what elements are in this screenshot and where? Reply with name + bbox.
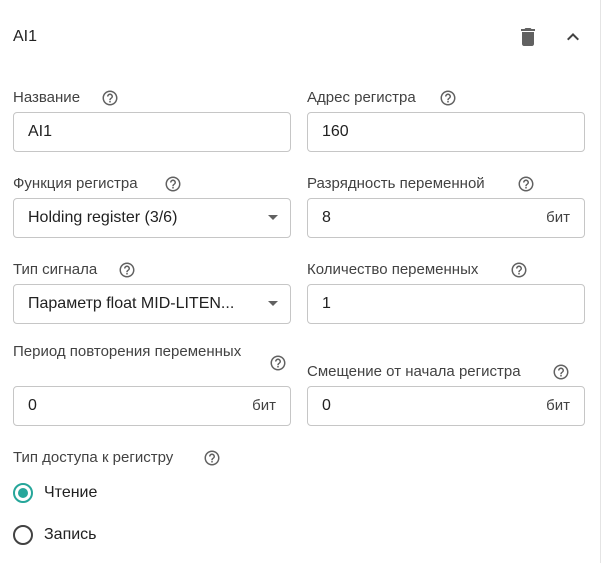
variable-count-help-icon[interactable] bbox=[510, 261, 528, 279]
panel-title: AI1 bbox=[13, 28, 38, 45]
delete-button[interactable] bbox=[516, 25, 540, 49]
name-label: Название bbox=[13, 89, 81, 106]
repeat-period-help-icon[interactable] bbox=[269, 354, 287, 372]
collapse-button[interactable] bbox=[561, 25, 585, 49]
repeat-period-label: Период повторения переменных bbox=[13, 343, 242, 360]
variable-bits-help-icon[interactable] bbox=[517, 175, 535, 193]
variable-count-input[interactable] bbox=[322, 285, 522, 323]
register-function-label: Функция регистра bbox=[13, 175, 138, 192]
signal-type-label: Тип сигнала bbox=[13, 261, 98, 278]
dropdown-arrow-icon bbox=[268, 301, 278, 306]
repeat-period-field[interactable]: бит bbox=[13, 386, 291, 426]
register-offset-field[interactable]: бит bbox=[307, 386, 585, 426]
variable-count-label: Количество переменных bbox=[307, 261, 479, 278]
access-type-label: Тип доступа к регистру bbox=[13, 449, 174, 466]
register-address-label: Адрес регистра bbox=[307, 89, 416, 106]
register-function-help-icon[interactable] bbox=[164, 175, 182, 193]
access-option-write[interactable]: Запись bbox=[13, 523, 97, 547]
register-offset-unit: бит bbox=[546, 397, 570, 414]
register-function-value: Holding register (3/6) bbox=[28, 209, 178, 226]
radio-unchecked-icon[interactable] bbox=[13, 525, 33, 545]
access-option-read-label: Чтение bbox=[44, 484, 98, 501]
register-address-field[interactable] bbox=[307, 112, 585, 152]
variable-bits-input[interactable] bbox=[322, 199, 522, 237]
access-option-read[interactable]: Чтение bbox=[13, 481, 97, 505]
name-help-icon[interactable] bbox=[101, 89, 119, 107]
register-offset-help-icon[interactable] bbox=[552, 363, 570, 381]
dropdown-arrow-icon bbox=[268, 215, 278, 220]
register-function-select[interactable]: Holding register (3/6) bbox=[13, 198, 291, 238]
variable-bits-label: Разрядность переменной bbox=[307, 175, 485, 192]
name-input[interactable] bbox=[28, 113, 228, 151]
register-address-help-icon[interactable] bbox=[439, 89, 457, 107]
variable-bits-unit: бит bbox=[546, 209, 570, 226]
repeat-period-unit: бит bbox=[252, 397, 276, 414]
chevron-up-icon bbox=[567, 33, 579, 41]
variable-count-field[interactable] bbox=[307, 284, 585, 324]
name-field[interactable] bbox=[13, 112, 291, 152]
register-settings-panel: AI1 Название Адрес регистра Функция реги… bbox=[0, 0, 601, 563]
repeat-period-input[interactable] bbox=[28, 387, 228, 425]
trash-icon bbox=[521, 28, 535, 46]
signal-type-help-icon[interactable] bbox=[118, 261, 136, 279]
register-offset-input[interactable] bbox=[322, 387, 522, 425]
access-type-help-icon[interactable] bbox=[203, 449, 221, 467]
access-option-write-label: Запись bbox=[44, 526, 97, 543]
radio-checked-icon[interactable] bbox=[13, 483, 33, 503]
signal-type-select[interactable]: Параметр float MID-LITEN... bbox=[13, 284, 291, 324]
signal-type-value: Параметр float MID-LITEN... bbox=[28, 295, 235, 312]
register-address-input[interactable] bbox=[322, 113, 522, 151]
variable-bits-field[interactable]: бит bbox=[307, 198, 585, 238]
register-offset-label: Смещение от начала регистра bbox=[307, 363, 521, 380]
